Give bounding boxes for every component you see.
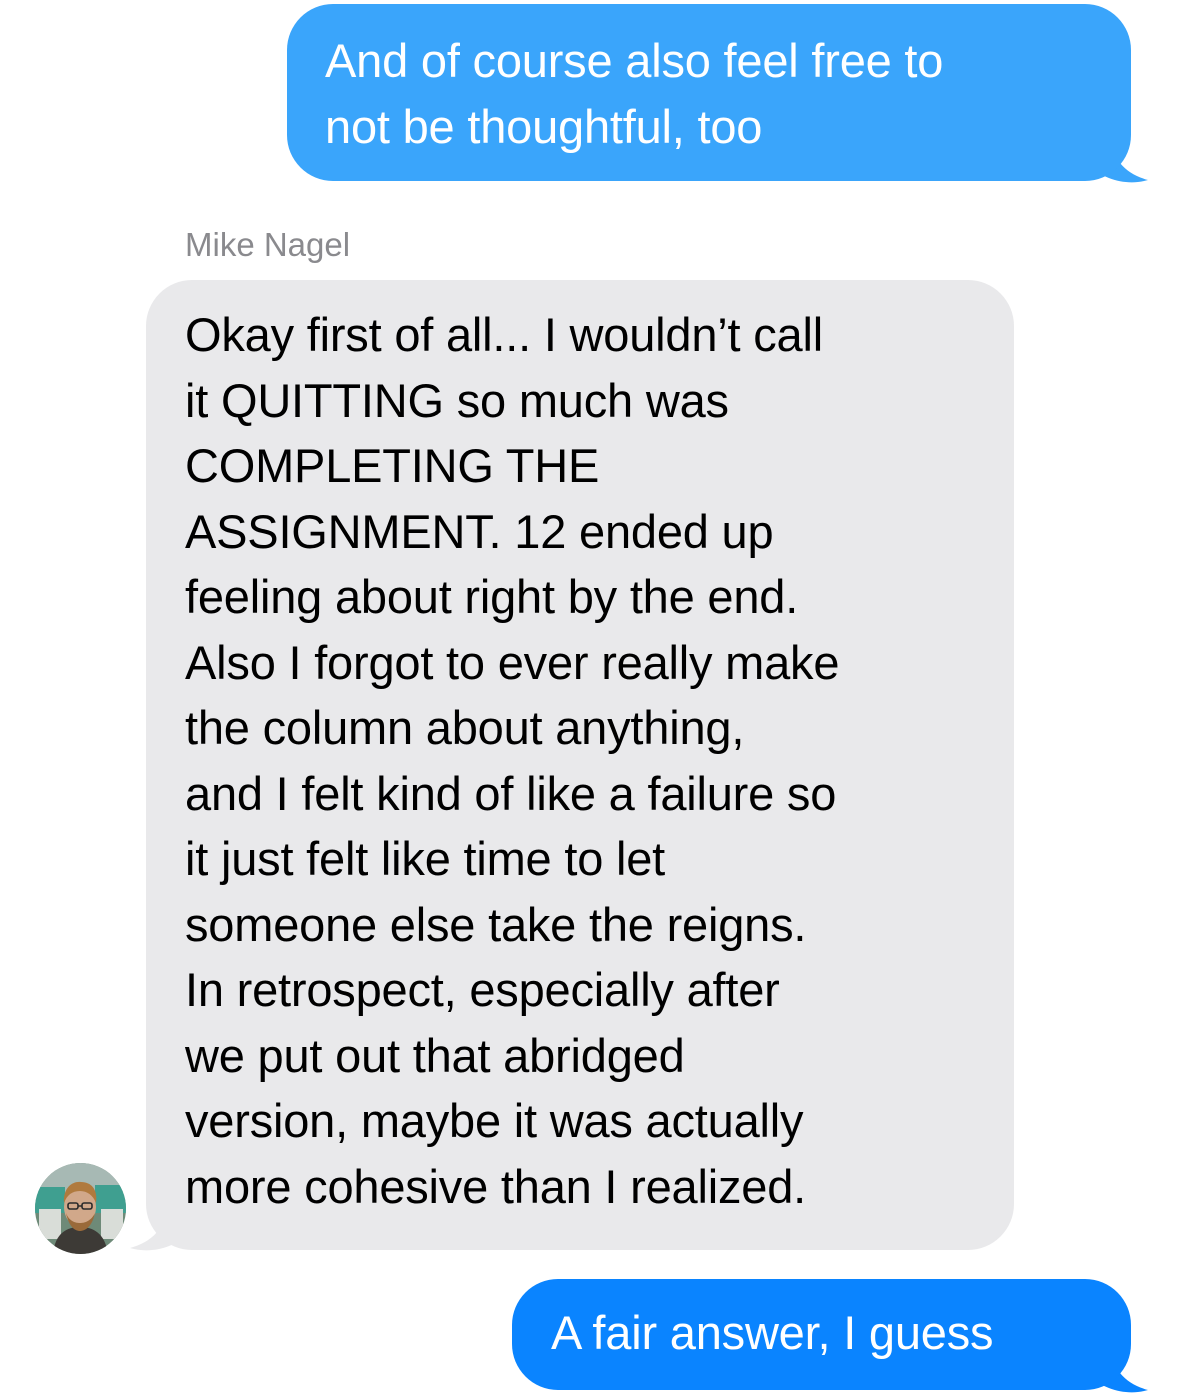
sent-message-bubble[interactable]: A fair answer, I guess (512, 1279, 1131, 1390)
sent-message-bubble[interactable]: And of course also feel free to not be t… (287, 4, 1131, 181)
sender-name: Mike Nagel (185, 226, 351, 263)
received-message-bubble[interactable]: Okay first of all... I wouldn’t call it … (146, 280, 1014, 1250)
contact-photo-avatar-icon (35, 1163, 126, 1254)
contact-avatar[interactable] (35, 1163, 126, 1254)
